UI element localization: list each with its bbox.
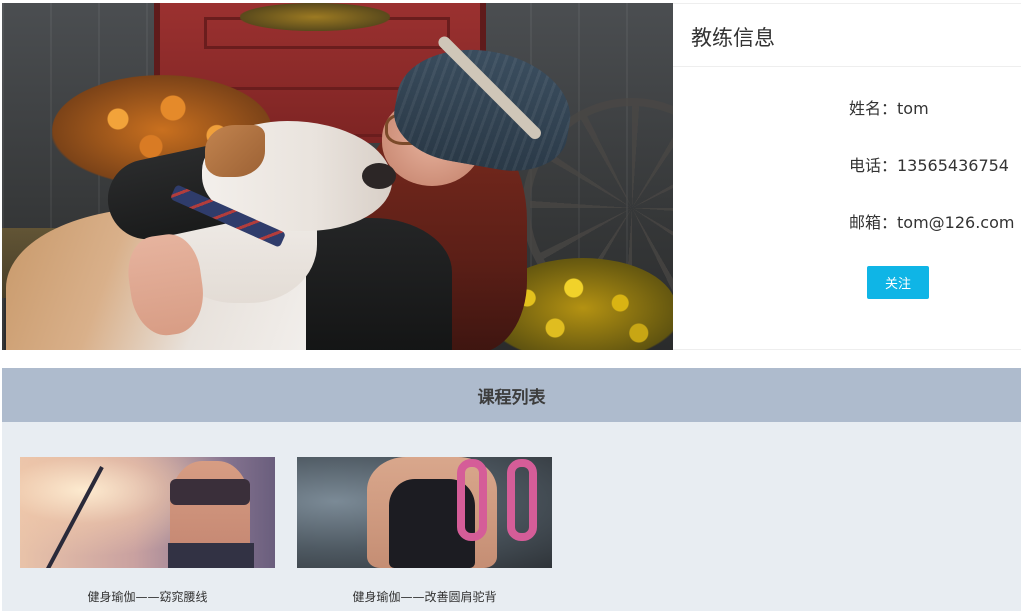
course-list-header: 课程列表 [2,368,1021,422]
page: 教练信息 姓名：tom 电话：13565436754 邮箱：tom@126.co… [0,0,1021,611]
coach-info-panel: 教练信息 姓名：tom 电话：13565436754 邮箱：tom@126.co… [673,3,1021,350]
pink-grip-ring [457,459,487,541]
thumbnail-shorts [168,543,254,568]
photo-dog-ear [205,125,265,177]
course-list-title: 课程列表 [477,387,546,408]
resistance-band [43,466,104,568]
coach-name: 姓名：tom [849,99,929,118]
photo-flowers-top [240,3,390,31]
follow-button[interactable]: 关注 [867,266,929,299]
coach-info-divider [673,66,1021,67]
coach-info-title: 教练信息 [691,26,775,50]
photo-dog-nose [362,163,396,189]
coach-photo [2,3,673,350]
coach-phone: 电话：13565436754 [849,156,1009,175]
course-caption[interactable]: 健身瑜伽——窈窕腰线 [20,588,275,605]
thumbnail-sports-top [170,479,250,505]
course-list: 健身瑜伽——窈窕腰线 健身瑜伽——改善圆肩驼背 [2,422,1021,611]
course-thumbnail[interactable] [297,457,552,568]
coach-email: 邮箱：tom@126.com [849,213,1015,232]
course-card[interactable]: 健身瑜伽——窈窕腰线 [20,457,275,605]
course-thumbnail[interactable] [20,457,275,568]
course-caption[interactable]: 健身瑜伽——改善圆肩驼背 [297,588,552,605]
pink-grip-ring [507,459,537,541]
course-card[interactable]: 健身瑜伽——改善圆肩驼背 [297,457,552,605]
